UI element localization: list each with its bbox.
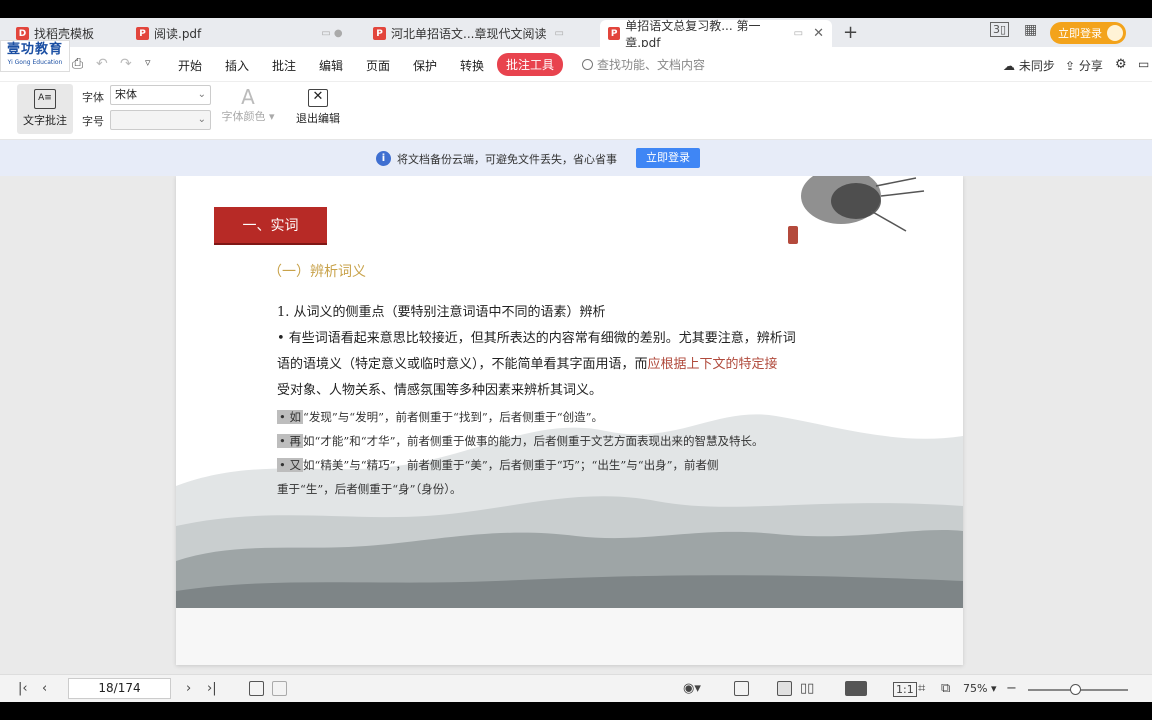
example-line: • 再如“才能”和“才华”，前者侧重于做事的能力，后者侧重于文艺方面表现出来的智…	[277, 434, 764, 448]
close-icon[interactable]: ✕	[813, 26, 824, 41]
two-page-icon[interactable]: ▯▯	[800, 681, 814, 696]
font-select[interactable]: 宋体 ⌄	[110, 85, 211, 105]
page-number-input[interactable]: 18/174	[68, 678, 171, 699]
font-label: 字体	[82, 91, 104, 104]
pdf-icon: P	[608, 27, 621, 40]
menu-item-convert[interactable]: 转换	[460, 57, 484, 74]
tab-window-icon[interactable]: ▭	[794, 28, 803, 39]
sync-status[interactable]: ☁ 未同步	[1003, 57, 1055, 74]
info-icon: i	[376, 151, 391, 166]
zoom-level[interactable]: 75% ▾	[963, 682, 996, 695]
print-icon[interactable]: ⎙	[72, 56, 83, 72]
paragraph-line: • 有些词语看起来意思比较接近，但其所表达的内容常有细微的差别。尤其要注意，辨析…	[277, 331, 796, 346]
exit-edit-button[interactable]: ✕ 退出编辑	[290, 84, 346, 134]
zoom-slider-knob[interactable]	[1070, 684, 1081, 695]
document-canvas[interactable]: 一、实词 （一）辨析词义 1. 从词义的侧重点（要特别注意词语中不同的语素）辨析…	[0, 176, 1152, 674]
redo-icon[interactable]: ↷	[120, 56, 132, 72]
close-box-icon: ✕	[308, 89, 328, 107]
section-title-badge: 一、实词	[214, 207, 327, 243]
menu-item-protect[interactable]: 保护	[413, 57, 437, 74]
status-bar: |‹ ‹ 18/174 › ›| ◉▾ ▯▯ 1:1 ⌗ ⧉ 75% ▾ −	[0, 674, 1152, 702]
page-bottom-area	[176, 608, 963, 665]
chevron-down-icon: ⌄	[197, 114, 206, 125]
last-page-icon[interactable]: ›|	[207, 681, 217, 696]
chevron-down-icon: ⌄	[197, 89, 206, 100]
fit-width-icon[interactable]	[734, 681, 749, 696]
pdf-icon: P	[373, 27, 386, 40]
menu-item-start[interactable]: 开始	[178, 57, 202, 74]
tab-label: 单招语文总复习教... 第一章.pdf	[625, 18, 761, 50]
tab-label: 河北单招语文...章现代文阅读	[391, 27, 547, 41]
prev-page-icon[interactable]: ‹	[42, 681, 47, 696]
notice-login-button[interactable]: 立即登录	[636, 148, 700, 168]
example-line: • 又如“精美”与“精巧”，前者侧重于“美”，后者侧重于“巧”；“出生”与“出身…	[277, 458, 719, 472]
grid-apps-icon[interactable]: ▦	[1024, 22, 1037, 38]
font-color-button[interactable]: A 字体颜色 ▾	[220, 86, 276, 124]
text-annotation-button[interactable]: A≡ 文字批注	[17, 84, 73, 134]
size-label: 字号	[82, 115, 104, 128]
undo-icon[interactable]: ↶	[96, 56, 108, 72]
tab-hebei[interactable]: P 河北单招语文...章现代文阅读 ▭	[365, 20, 572, 47]
tab-window-icon[interactable]: ▭	[554, 28, 563, 39]
actual-size-icon[interactable]: 1:1	[893, 682, 917, 697]
tab-window-icon[interactable]: ▭ ●	[321, 28, 342, 39]
example-line: 重于“生”，后者侧重于“身”（身份）。	[277, 482, 462, 496]
notice-text: 将文档备份云端，可避免文件丢失，省心省事	[397, 153, 617, 166]
tab-label: 阅读.pdf	[154, 27, 202, 41]
eye-protect-icon[interactable]: ◉▾	[683, 681, 701, 696]
tab-active-doc[interactable]: P 单招语文总复习教... 第一章.pdf ▭ ✕	[600, 19, 832, 50]
zoom-slider[interactable]	[1028, 684, 1128, 695]
avatar-icon	[1107, 25, 1123, 41]
example-line: • 如 “发现”与“发明”，前者侧重于“找到”，后者侧重于“创造”。	[277, 410, 603, 424]
screen-bottom-edge	[0, 702, 1152, 720]
font-color-icon: A	[241, 85, 255, 109]
brand-logo: 壹功教育 Yi Gong Education	[0, 40, 70, 72]
single-page-icon[interactable]	[777, 681, 792, 696]
forward-icon[interactable]	[272, 681, 287, 696]
red-seal-stamp	[788, 226, 798, 244]
screenshot-icon[interactable]: ⧉	[941, 681, 950, 696]
peony-ink-image	[801, 176, 925, 232]
share-button[interactable]: ⇪ 分享	[1065, 57, 1103, 74]
next-page-icon[interactable]: ›	[186, 681, 191, 696]
settings-gear-icon[interactable]: ⚙	[1115, 57, 1127, 72]
quick-menu-chevron-icon[interactable]: ▿	[145, 56, 151, 69]
tab-bar: D 找稻壳模板 P 阅读.pdf ▭ ● P 河北单招语文...章现代文阅读 ▭…	[0, 18, 1152, 50]
text-annotation-icon: A≡	[34, 89, 56, 109]
login-button[interactable]: 立即登录	[1050, 22, 1126, 44]
menu-item-insert[interactable]: 插入	[225, 57, 249, 74]
tab-read-pdf[interactable]: P 阅读.pdf ▭ ●	[128, 20, 351, 47]
fit-page-icon[interactable]: ⌗	[918, 681, 925, 696]
size-select[interactable]: ⌄	[110, 110, 211, 130]
comment-icon[interactable]: ▭	[1138, 57, 1149, 71]
new-tab-plus-icon[interactable]: +	[843, 22, 858, 43]
menu-item-annotation-tools[interactable]: 批注工具	[497, 53, 564, 76]
subsection-title: （一）辨析词义	[268, 264, 366, 280]
docer-icon: D	[16, 27, 29, 40]
paragraph-line: 语的语境义（特定意义或临时意义），不能简单看其字面用语，而应根据上下文的特定接	[277, 357, 778, 372]
menu-item-edit[interactable]: 编辑	[319, 57, 343, 74]
pdf-page: 一、实词 （一）辨析词义 1. 从词义的侧重点（要特别注意词语中不同的语素）辨析…	[176, 176, 963, 665]
search-input[interactable]: 查找功能、文档内容	[582, 56, 705, 73]
menu-item-annotate[interactable]: 批注	[272, 57, 296, 74]
ribbon-toolbar: A≡ 文字批注 字体 宋体 ⌄ 字号 ⌄ A 字体颜色 ▾ ✕ 退出编辑	[0, 82, 1152, 140]
first-page-icon[interactable]: |‹	[18, 681, 28, 696]
back-icon[interactable]	[249, 681, 264, 696]
pdf-icon: P	[136, 27, 149, 40]
zoom-out-icon[interactable]: −	[1006, 681, 1017, 696]
play-icon[interactable]	[845, 681, 867, 696]
layout-icon[interactable]: 3▯	[990, 22, 1010, 37]
paragraph-line-highlight: 受对象、人物关系、情感氛围等多种因素来辨析其词义。	[277, 383, 603, 398]
menu-bar: ⎙ ↶ ↷ ▿ 开始 插入 批注 编辑 页面 保护 转换 批注工具 查找功能、文…	[0, 47, 1152, 82]
backup-notice-bar: i 将文档备份云端，可避免文件丢失，省心省事 立即登录	[0, 140, 1152, 176]
search-icon	[582, 59, 593, 70]
menu-item-page[interactable]: 页面	[366, 57, 390, 74]
point-heading: 1. 从词义的侧重点（要特别注意词语中不同的语素）辨析	[277, 305, 606, 320]
